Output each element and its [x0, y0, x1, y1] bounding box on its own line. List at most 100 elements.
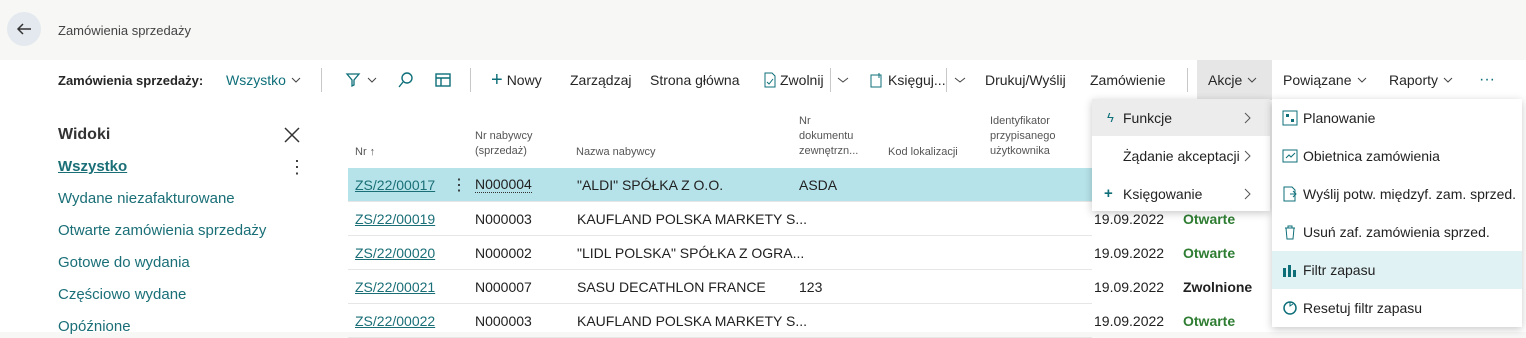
menu-item-reset-filter[interactable]: Resetuj filtr zapasu: [1272, 289, 1522, 327]
header-line: Nr nabywcy: [475, 130, 533, 142]
buyer-name: "ALDI" SPÓŁKA Z O.O.: [577, 176, 724, 193]
more-options-button[interactable]: ···: [1479, 60, 1495, 100]
layout-icon: [435, 73, 451, 87]
view-item[interactable]: Wydane niezafakturowane: [58, 190, 235, 207]
header-line: Nr: [799, 115, 811, 127]
order-no-link[interactable]: ZS/22/00019: [355, 202, 435, 235]
manage-button[interactable]: Zarządzaj: [570, 60, 631, 100]
new-button[interactable]: + Nowy: [491, 60, 542, 100]
col-header-ext-doc[interactable]: Nr dokumentu zewnętrzn...: [799, 114, 858, 159]
release-dropdown[interactable]: [837, 60, 849, 100]
post-label: Księguj...: [888, 72, 946, 88]
new-label: Nowy: [506, 72, 542, 88]
header-line: zewnętrzn...: [799, 145, 859, 157]
view-options-icon[interactable]: ⋮: [288, 157, 306, 178]
back-button[interactable]: [7, 12, 41, 46]
actions-menu-button[interactable]: Akcje: [1197, 60, 1272, 100]
actions-menu: ϟ Funkcje Żądanie akceptacji + Księgowan…: [1092, 99, 1270, 211]
post-dropdown[interactable]: [954, 60, 966, 100]
actions-label: Akcje: [1208, 72, 1243, 88]
menu-item-send-ic[interactable]: Wyślij potw. międzyf. zam. sprzed.: [1272, 175, 1522, 213]
buyer-no: N000002: [475, 244, 532, 261]
header-line: Identyfikator: [990, 115, 1050, 127]
reports-menu-button[interactable]: Raporty: [1389, 60, 1453, 100]
send-ic-icon: [1283, 186, 1297, 202]
table-row[interactable]: ZS/22/00021 N000007 SASU DECATHLON FRANC…: [348, 270, 1092, 304]
print-send-button[interactable]: Drukuj/Wyślij: [985, 60, 1066, 100]
divider: [321, 68, 322, 92]
menu-item-label: Obietnica zamówienia: [1303, 148, 1440, 164]
order-no-link[interactable]: ZS/22/00017: [355, 168, 435, 201]
view-item-all[interactable]: Wszystko: [58, 158, 127, 175]
menu-item-approval[interactable]: Żądanie akceptacji: [1092, 137, 1270, 174]
col-header-buyer-name[interactable]: Nazwa nabywcy: [576, 145, 655, 160]
view-item[interactable]: Częściowo wydane: [58, 286, 186, 303]
row-menu-icon[interactable]: ⋮: [451, 168, 467, 201]
search-icon: [398, 72, 413, 88]
view-item[interactable]: Opóźnione: [58, 318, 131, 335]
reservation-filter-icon: [1283, 265, 1296, 277]
delete-icon: [1285, 225, 1295, 240]
close-views-button[interactable]: [282, 125, 302, 148]
col-header-location[interactable]: Kod lokalizacji: [888, 145, 958, 160]
col-header-assigned-user[interactable]: Identyfikator przypisanego użytkownika: [990, 114, 1055, 159]
status-badge: Otwarte: [1183, 244, 1236, 261]
release-label: Zwolnij: [780, 72, 824, 88]
table-row[interactable]: ZS/22/00020 N000002 "LIDL POLSKA" SPÓŁKA…: [348, 236, 1092, 270]
divider: [470, 68, 471, 92]
filter-icon: [345, 73, 361, 88]
table-row[interactable]: ZS/22/00019 N000003 KAUFLAND POLSKA MARK…: [348, 202, 1092, 236]
related-menu-button[interactable]: Powiązane: [1283, 60, 1367, 100]
header-line: dokumentu: [799, 130, 854, 142]
menu-item-label: Księgowanie: [1123, 185, 1203, 202]
menu-item-label: Planowanie: [1303, 110, 1376, 126]
page-title: Zamówienia sprzedaży: [58, 23, 191, 38]
menu-item-label: Funkcje: [1123, 109, 1173, 126]
chevron-down-icon: [1443, 77, 1453, 83]
arrow-left-icon: [16, 23, 31, 35]
chevron-down-icon: [1247, 77, 1257, 83]
chevron-right-icon: [1244, 112, 1251, 124]
order-no-link[interactable]: ZS/22/00021: [355, 270, 435, 303]
lightning-icon: ϟ: [1107, 110, 1114, 125]
release-button[interactable]: Zwolnij: [762, 60, 824, 100]
layout-button[interactable]: [434, 60, 452, 100]
buyer-no[interactable]: N000004: [475, 176, 532, 193]
filter-button[interactable]: [344, 60, 377, 100]
divider: [1187, 68, 1188, 92]
post-button[interactable]: Księguj...: [869, 60, 946, 100]
menu-item-label: Filtr zapasu: [1303, 262, 1376, 278]
menu-item-order-promise[interactable]: Obietnica zamówienia: [1272, 137, 1522, 175]
menu-item-label: Wyślij potw. międzyf. zam. sprzed.: [1303, 186, 1517, 202]
header-line: użytkownika: [990, 145, 1050, 157]
table-row[interactable]: ZS/22/00017 ⋮ N000004 "ALDI" SPÓŁKA Z O.…: [348, 168, 1108, 202]
search-button[interactable]: [397, 60, 415, 100]
view-item[interactable]: Otwarte zamówienia sprzedaży: [58, 222, 266, 239]
menu-item-reservation-filter[interactable]: Filtr zapasu: [1272, 251, 1522, 289]
order-no-link[interactable]: ZS/22/00022: [355, 304, 435, 337]
order-promise-icon: [1282, 149, 1298, 163]
buyer-name: KAUFLAND POLSKA MARKETY S...: [577, 312, 808, 329]
table-row[interactable]: ZS/22/00022 N000003 KAUFLAND POLSKA MARK…: [348, 304, 1092, 338]
order-no-link[interactable]: ZS/22/00020: [355, 236, 435, 269]
menu-item-posting[interactable]: + Księgowanie: [1092, 175, 1270, 212]
top-bar: Zamówienia sprzedaży: [0, 0, 1526, 60]
ext-doc-no: ASDA: [799, 176, 838, 193]
buyer-name: "LIDL POLSKA" SPÓŁKA Z OGRA...: [577, 244, 805, 261]
menu-item-label: Resetuj filtr zapasu: [1303, 300, 1423, 316]
divider: [830, 68, 831, 92]
menu-item-functions[interactable]: ϟ Funkcje: [1092, 99, 1270, 136]
col-header-nr[interactable]: Nr ↑: [355, 145, 375, 160]
menu-item-delete-invoiced[interactable]: Usuń zaf. zamówienia sprzed.: [1272, 213, 1522, 251]
status-badge: Zwolnione: [1183, 278, 1253, 295]
menu-item-label: Żądanie akceptacji: [1123, 147, 1240, 164]
view-item[interactable]: Gotowe do wydania: [58, 254, 190, 271]
action-bar: Zamówienia sprzedaży: Wszystko + Nowy Za…: [0, 60, 1526, 100]
view-selector[interactable]: Wszystko: [226, 60, 301, 100]
order-button[interactable]: Zamówienie: [1090, 60, 1165, 100]
order-date: 19.09.2022: [1094, 244, 1165, 261]
home-button[interactable]: Strona główna: [650, 60, 740, 100]
col-header-buyer-no[interactable]: Nr nabywcy (sprzedaż): [475, 129, 532, 159]
menu-item-planning[interactable]: Planowanie: [1272, 99, 1522, 137]
buyer-no: N000007: [475, 278, 532, 295]
